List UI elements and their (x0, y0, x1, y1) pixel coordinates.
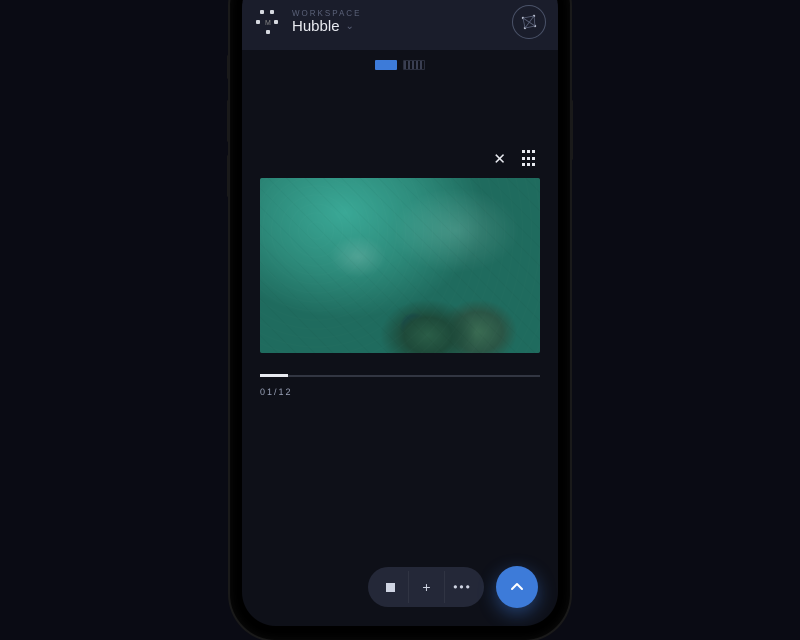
workspace-selector[interactable]: WORKSPACE Hubble ⌄ (292, 9, 502, 35)
side-button (227, 155, 230, 197)
network-button[interactable] (512, 5, 546, 39)
more-button[interactable]: ••• (444, 571, 480, 603)
content-area: ✕ 01/12 + ••• (242, 80, 558, 626)
tab-indicator-active[interactable] (375, 60, 397, 70)
tab-indicator-inactive[interactable] (403, 60, 425, 70)
bottom-toolbar: + ••• (242, 566, 558, 608)
network-icon (519, 12, 539, 32)
phone-frame: ••••• JKY 1:20 PM 100% M WORKSPACE (230, 0, 570, 640)
progress-track[interactable] (260, 375, 540, 377)
more-icon: ••• (453, 580, 472, 594)
stop-button[interactable] (372, 571, 408, 603)
app-logo-icon[interactable]: M (254, 8, 282, 36)
header: M WORKSPACE Hubble ⌄ (242, 0, 558, 50)
grid-icon[interactable] (522, 150, 536, 168)
fab-up-button[interactable] (496, 566, 538, 608)
side-button (227, 100, 230, 142)
chevron-up-icon (509, 579, 525, 595)
action-pill: + ••• (368, 567, 484, 607)
workspace-label: WORKSPACE (292, 9, 502, 18)
progress-fill (260, 374, 288, 377)
chevron-down-icon: ⌄ (346, 21, 354, 32)
tab-strip (242, 50, 558, 80)
workspace-name: Hubble (292, 18, 340, 35)
add-button[interactable]: + (408, 571, 444, 603)
preview-image[interactable] (260, 178, 540, 353)
side-button (227, 55, 230, 79)
page-counter: 01/12 (260, 387, 540, 397)
side-button (570, 100, 573, 160)
stop-icon (386, 583, 395, 592)
screen: ••••• JKY 1:20 PM 100% M WORKSPACE (242, 0, 558, 626)
close-icon[interactable]: ✕ (493, 150, 506, 168)
